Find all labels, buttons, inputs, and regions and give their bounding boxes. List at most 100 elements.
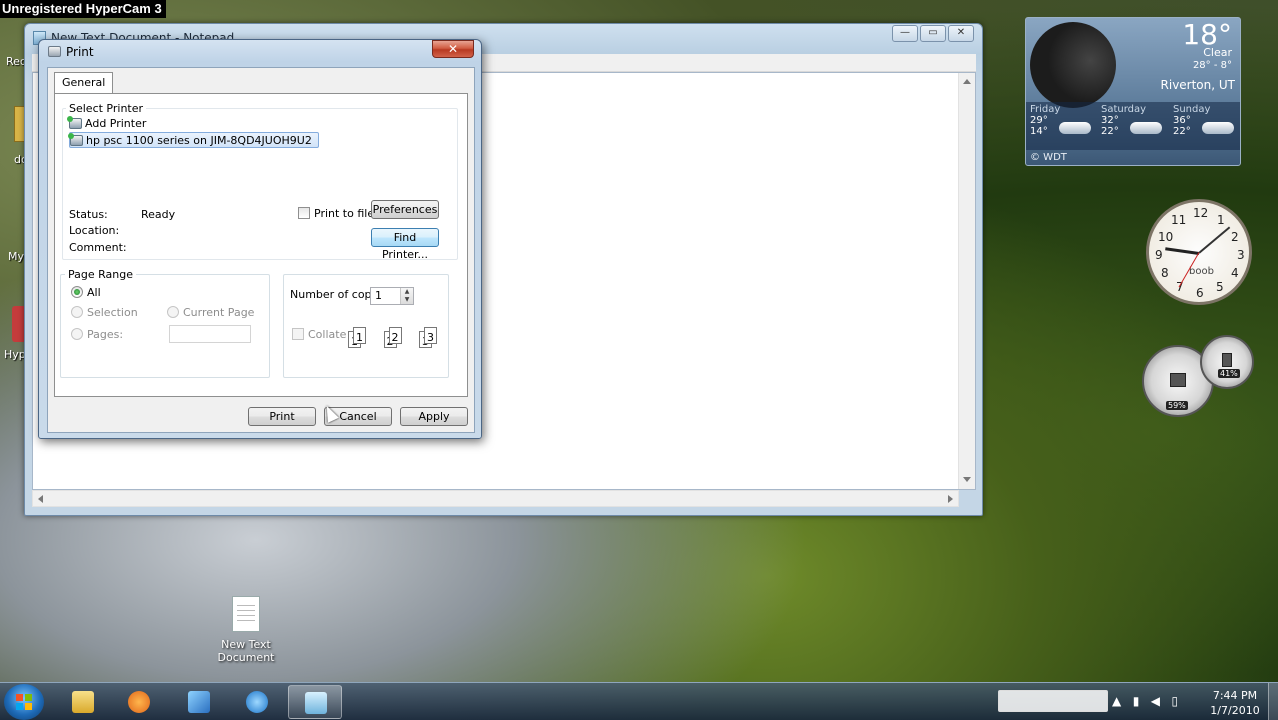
- comment-label: Comment:: [69, 241, 127, 254]
- minimize-button[interactable]: —: [892, 25, 918, 42]
- printer-list[interactable]: Add Printer hp psc 1100 series on JIM-8Q…: [67, 116, 445, 196]
- print-dialog[interactable]: Print ✕ General Select Printer Add Print…: [38, 39, 482, 439]
- clock-gadget[interactable]: 12 1 2 3 4 5 6 7 8 9 10 11 boob: [1146, 199, 1252, 305]
- collate-page-icon: 11: [348, 327, 366, 349]
- print-to-file-option[interactable]: Print to file: [298, 207, 374, 220]
- taskbar-explorer-button[interactable]: [56, 685, 110, 719]
- print-to-file-label: Print to file: [314, 207, 375, 220]
- maximize-button[interactable]: ▭: [920, 25, 946, 42]
- collate-page-icon: 22: [376, 327, 402, 349]
- printer-item-hp-psc-1100[interactable]: hp psc 1100 series on JIM-8QD4JUOH9U2: [68, 132, 319, 148]
- clock-number: 12: [1193, 206, 1209, 220]
- clock-name: boob: [1189, 266, 1214, 277]
- scroll-up-icon[interactable]: [963, 79, 971, 84]
- range-all-label: All: [87, 286, 101, 299]
- clock-number: 6: [1196, 286, 1204, 300]
- dialog-close-button[interactable]: ✕: [432, 40, 474, 58]
- clock-number: 4: [1231, 266, 1239, 280]
- network-icon[interactable]: ▮: [1133, 694, 1140, 708]
- dialog-client-area: General Select Printer Add Printer hp ps…: [47, 67, 475, 433]
- system-tray: ▲ ▮ ◀ ▯: [1112, 694, 1178, 708]
- notepad-icon: [305, 692, 327, 714]
- desktop-icon-new-text-document[interactable]: New Text Document: [213, 596, 279, 664]
- hypercam-watermark: Unregistered HyperCam 3: [0, 0, 166, 18]
- tray-expand-icon[interactable]: ▲: [1112, 694, 1121, 708]
- status-value: Ready: [141, 208, 176, 221]
- taskbar-notepad-button[interactable]: [288, 685, 342, 719]
- forecast-day-name: Sunday: [1173, 104, 1211, 115]
- collate-option[interactable]: Collate: [292, 328, 346, 341]
- forecast-day: Sunday 36° 22°: [1169, 104, 1240, 137]
- weather-condition: Clear: [1203, 46, 1232, 59]
- taskbar-ie-button[interactable]: [230, 685, 284, 719]
- general-tab-panel: Select Printer Add Printer hp psc 1100 s…: [54, 93, 468, 397]
- taskbar-media-button[interactable]: [112, 685, 166, 719]
- taskbar-time: 7:44 PM: [1212, 689, 1258, 702]
- tab-general[interactable]: General: [54, 72, 114, 94]
- range-all-option[interactable]: All: [71, 286, 101, 299]
- text-file-icon: [232, 596, 260, 632]
- clock-number: 11: [1171, 213, 1187, 227]
- collate-label: Collate: [308, 328, 347, 341]
- copies-spin-buttons[interactable]: ▲ ▼: [400, 288, 413, 304]
- location-label: Location:: [69, 224, 120, 237]
- forecast-day: Friday 29° 14°: [1026, 104, 1097, 137]
- weather-gadget[interactable]: 18° Clear 28° - 8° Riverton, UT Friday 2…: [1025, 17, 1241, 166]
- range-pages-radio[interactable]: [71, 328, 83, 340]
- scroll-right-icon[interactable]: [948, 495, 953, 503]
- horizontal-scrollbar[interactable]: [32, 490, 959, 507]
- clock-number: 8: [1161, 266, 1169, 280]
- apply-button[interactable]: Apply: [400, 407, 468, 426]
- print-to-file-checkbox[interactable]: [298, 207, 310, 219]
- volume-icon[interactable]: ◀: [1151, 694, 1160, 708]
- range-pages-option[interactable]: Pages:: [71, 328, 123, 341]
- forecast-day-name: Friday: [1030, 104, 1061, 115]
- taskbar-clock[interactable]: 7:44 PM 1/7/2010: [1200, 688, 1270, 718]
- forecast-day-name: Saturday: [1101, 104, 1147, 115]
- range-current-page-label: Current Page: [183, 306, 255, 319]
- cloud-icon: [1059, 122, 1091, 134]
- collate-page-icon: 33: [403, 327, 437, 349]
- hypercam-tray-widget[interactable]: [998, 690, 1108, 712]
- printer-item-add[interactable]: Add Printer: [67, 116, 445, 132]
- vertical-scrollbar[interactable]: [958, 73, 975, 489]
- desktop-label-recycle: Rec: [6, 55, 26, 68]
- taskbar-date: 1/7/2010: [1210, 704, 1260, 717]
- close-button[interactable]: ✕: [948, 25, 974, 42]
- moon-icon: [1030, 22, 1116, 108]
- copies-value: 1: [375, 289, 382, 302]
- page-range-label: Page Range: [65, 268, 136, 281]
- cloud-icon: [1130, 122, 1162, 134]
- copies-spinner[interactable]: 1 ▲ ▼: [370, 287, 414, 305]
- paint-icon: [188, 691, 210, 713]
- range-current-page-option[interactable]: Current Page: [167, 306, 254, 319]
- clock-minute-hand: [1198, 226, 1231, 254]
- weather-credit: © WDT: [1030, 152, 1067, 163]
- range-selection-option[interactable]: Selection: [71, 306, 138, 319]
- show-desktop-button[interactable]: [1268, 683, 1278, 720]
- find-printer-button[interactable]: Find Printer...: [371, 228, 439, 261]
- clock-number: 1: [1217, 213, 1225, 227]
- range-all-radio[interactable]: [71, 286, 83, 298]
- preferences-button[interactable]: Preferences: [371, 200, 439, 219]
- range-current-page-radio[interactable]: [167, 306, 179, 318]
- memory-meter-gadget[interactable]: 41%: [1200, 335, 1254, 389]
- start-button[interactable]: [4, 684, 44, 720]
- range-selection-label: Selection: [87, 306, 138, 319]
- taskbar-tool-button[interactable]: [172, 685, 226, 719]
- weather-range: 28° - 8°: [1192, 60, 1232, 71]
- media-player-icon: [128, 691, 150, 713]
- battery-icon[interactable]: ▯: [1171, 694, 1178, 708]
- clock-number: 10: [1158, 230, 1174, 244]
- notepad-window-controls: — ▭ ✕: [890, 25, 974, 42]
- range-selection-radio[interactable]: [71, 306, 83, 318]
- scroll-down-icon[interactable]: [963, 477, 971, 482]
- scroll-left-icon[interactable]: [38, 495, 43, 503]
- folder-icon: [72, 691, 94, 713]
- copies-group: Number of copies: 1 ▲▼ Collate 11 22 33: [283, 274, 449, 378]
- pages-input[interactable]: [169, 325, 251, 343]
- cpu-meter-value: 59%: [1166, 401, 1188, 410]
- collate-checkbox[interactable]: [292, 328, 304, 340]
- clock-number: 9: [1155, 248, 1163, 262]
- print-button[interactable]: Print: [248, 407, 316, 426]
